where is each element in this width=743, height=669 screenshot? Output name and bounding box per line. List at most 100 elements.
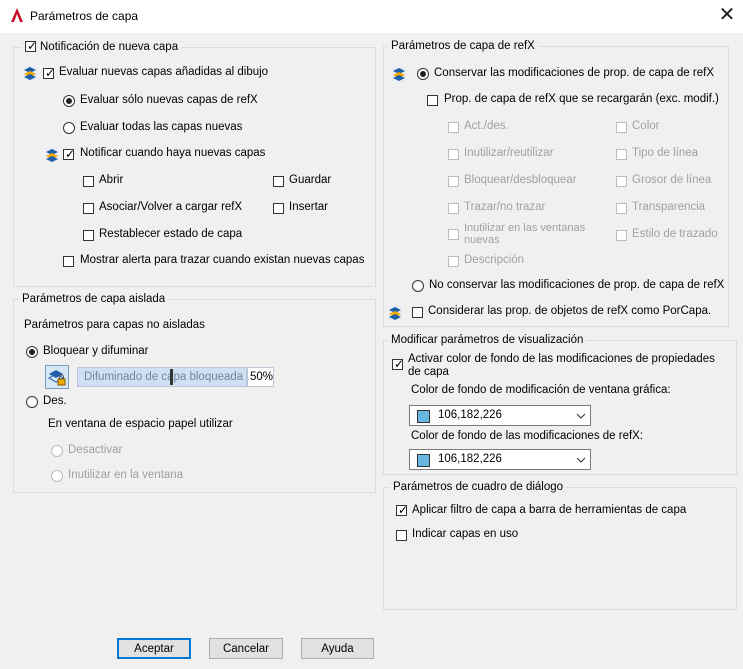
evaluate-checkbox[interactable]: ✓ — [43, 66, 55, 80]
attach-label: Asociar/Volver a cargar refX — [99, 201, 243, 213]
prop-onoff-label: Act./des. — [464, 120, 509, 132]
vp-color-dropdown[interactable]: 106,182,226 — [409, 405, 591, 426]
restore-label: Restablecer estado de capa — [99, 228, 243, 240]
new-layer-group — [13, 47, 376, 287]
layer-stack-icon — [392, 67, 406, 81]
vp-color-label: Color de fondo de modificación de ventan… — [411, 384, 671, 396]
keep-radio[interactable] — [417, 68, 429, 80]
lock-fade-label: Bloquear y difuminar — [43, 345, 149, 357]
prop-lineweight-checkbox[interactable] — [616, 176, 627, 187]
window-title: Parámetros de capa — [30, 9, 139, 23]
xref-color-value: 106,182,226 — [438, 453, 502, 465]
deactivate-radio[interactable] — [51, 445, 63, 457]
autocad-logo-icon — [11, 8, 23, 22]
restore-checkbox[interactable] — [83, 230, 94, 241]
only-xref-radio[interactable] — [63, 95, 75, 107]
prop-newvp-label: Inutilizar en las ventanas nuevas — [464, 222, 586, 246]
prop-freeze-checkbox[interactable] — [448, 149, 459, 160]
bylayer-label: Considerar las prop. de objetos de refX … — [428, 305, 712, 317]
prop-transparency-checkbox[interactable] — [616, 203, 627, 214]
fade-slider[interactable]: Difuminado de capa bloqueada — [77, 367, 247, 387]
chevron-down-icon — [576, 457, 586, 463]
insert-label: Insertar — [289, 201, 328, 213]
paper-space-label: En ventana de espacio papel utilizar — [48, 418, 233, 430]
xref-color-label: Color de fondo de las modificaciones de … — [411, 430, 644, 442]
insert-checkbox[interactable] — [273, 203, 284, 214]
prop-lock-checkbox[interactable] — [448, 176, 459, 187]
vp-color-value: 106,182,226 — [438, 409, 502, 421]
prop-onoff-checkbox[interactable] — [448, 122, 459, 133]
prop-desc-label: Descripción — [464, 254, 525, 266]
reload-label: Prop. de capa de refX que se recargarán … — [444, 93, 719, 105]
cancel-button[interactable]: Cancelar — [209, 638, 283, 659]
prop-linetype-checkbox[interactable] — [616, 149, 627, 160]
bylayer-checkbox[interactable] — [412, 307, 423, 318]
xref-legend: Parámetros de capa de refX — [388, 40, 538, 52]
reload-checkbox[interactable] — [427, 95, 438, 106]
layer-stack-icon — [388, 306, 402, 320]
only-xref-label: Evaluar sólo nuevas capas de refX — [80, 94, 258, 106]
indicate-checkbox[interactable] — [396, 530, 407, 541]
color-swatch — [417, 454, 430, 467]
notify-label: Notificar cuando haya nuevas capas — [80, 147, 266, 159]
activate-bg-checkbox[interactable]: ✓ — [392, 357, 404, 371]
no-keep-radio[interactable] — [412, 280, 424, 292]
activate-bg-label: Activar color de fondo de las modificaci… — [408, 353, 715, 378]
new-layer-legend[interactable]: ✓ Notificación de nueva capa — [22, 39, 182, 53]
layer-stack-icon — [23, 66, 37, 80]
chevron-down-icon — [576, 413, 586, 419]
apply-filter-label: Aplicar filtro de capa a barra de herram… — [412, 504, 687, 516]
locked-layer-fade-icon — [45, 365, 69, 389]
prop-plot-checkbox[interactable] — [448, 203, 459, 214]
prop-transparency-label: Transparencia — [632, 201, 706, 213]
deactivate-label: Desactivar — [68, 444, 123, 456]
all-new-label: Evaluar todas las capas nuevas — [80, 121, 243, 133]
alert-label: Mostrar alerta para trazar cuando exista… — [80, 254, 365, 266]
prop-plotstyle-checkbox[interactable] — [616, 230, 627, 241]
isolate-subtitle: Parámetros para capas no aisladas — [24, 319, 205, 331]
help-button[interactable]: Ayuda — [301, 638, 374, 659]
save-checkbox[interactable] — [273, 176, 284, 187]
keep-label: Conservar las modificaciones de prop. de… — [434, 67, 714, 79]
dialog-legend: Parámetros de cuadro de diálogo — [390, 481, 567, 493]
fade-slider-label: Difuminado de capa bloqueada — [84, 371, 244, 383]
prop-newvp-checkbox[interactable] — [448, 229, 459, 240]
lock-fade-radio[interactable] — [26, 346, 38, 358]
isolate-legend: Parámetros de capa aislada — [19, 293, 169, 305]
layer-stack-icon — [45, 148, 59, 162]
fade-value: 50% — [250, 371, 274, 383]
open-label: Abrir — [99, 174, 124, 186]
close-icon[interactable]: ✕ — [716, 5, 738, 27]
new-layer-checkbox[interactable]: ✓ — [25, 39, 37, 53]
off-radio[interactable] — [26, 396, 38, 408]
open-checkbox[interactable] — [83, 176, 94, 187]
prop-color-checkbox[interactable] — [616, 122, 627, 133]
new-layer-label: Notificación de nueva capa — [40, 41, 179, 53]
prop-lineweight-label: Grosor de línea — [632, 174, 712, 186]
indicate-label: Indicar capas en uso — [412, 528, 519, 540]
all-new-radio[interactable] — [63, 122, 75, 134]
color-swatch — [417, 410, 430, 423]
prop-freeze-label: Inutilizar/reutilizar — [464, 147, 554, 159]
prop-plotstyle-label: Estilo de trazado — [632, 228, 718, 240]
off-label: Des. — [43, 395, 67, 407]
prop-lock-label: Bloquear/desbloquear — [464, 174, 577, 186]
vp-freeze-radio[interactable] — [51, 470, 63, 482]
ok-button[interactable]: Aceptar — [117, 638, 191, 659]
notify-checkbox[interactable]: ✓ — [63, 147, 75, 161]
save-label: Guardar — [289, 174, 332, 186]
display-legend: Modificar parámetros de visualización — [388, 334, 587, 346]
xref-color-dropdown[interactable]: 106,182,226 — [409, 449, 591, 470]
evaluate-label: Evaluar nuevas capas añadidas al dibujo — [59, 66, 269, 78]
fade-slider-thumb[interactable] — [170, 369, 173, 385]
attach-checkbox[interactable] — [83, 203, 94, 214]
prop-plot-label: Trazar/no trazar — [464, 201, 546, 213]
no-keep-label: No conservar las modificaciones de prop.… — [429, 279, 725, 291]
prop-linetype-label: Tipo de línea — [632, 147, 699, 159]
apply-filter-checkbox[interactable]: ✓ — [396, 503, 408, 517]
alert-checkbox[interactable] — [63, 256, 74, 267]
fade-value-field[interactable]: 50% — [247, 367, 274, 387]
vp-freeze-label: Inutilizar en la ventana — [68, 469, 184, 481]
prop-color-label: Color — [632, 120, 660, 132]
prop-desc-checkbox[interactable] — [448, 256, 459, 267]
